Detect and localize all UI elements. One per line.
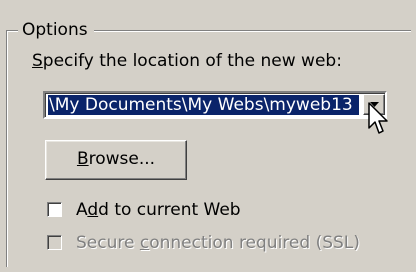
add-to-current-web-label: Add to current Web [76,200,241,220]
options-group-title: Options [18,19,94,41]
secure-connection-label: Secure connection required (SSL) [76,233,360,253]
secure-connection-checkbox [47,235,62,250]
location-label: Specify the location of the new web: [32,51,342,71]
add-to-current-web-checkbox[interactable] [47,202,62,217]
mouse-pointer-icon [368,102,388,134]
location-combobox[interactable]: \My Documents\My Webs\myweb13 [43,91,387,119]
location-input[interactable]: \My Documents\My Webs\myweb13 [48,95,359,115]
browse-button[interactable]: Browse... [45,140,187,180]
